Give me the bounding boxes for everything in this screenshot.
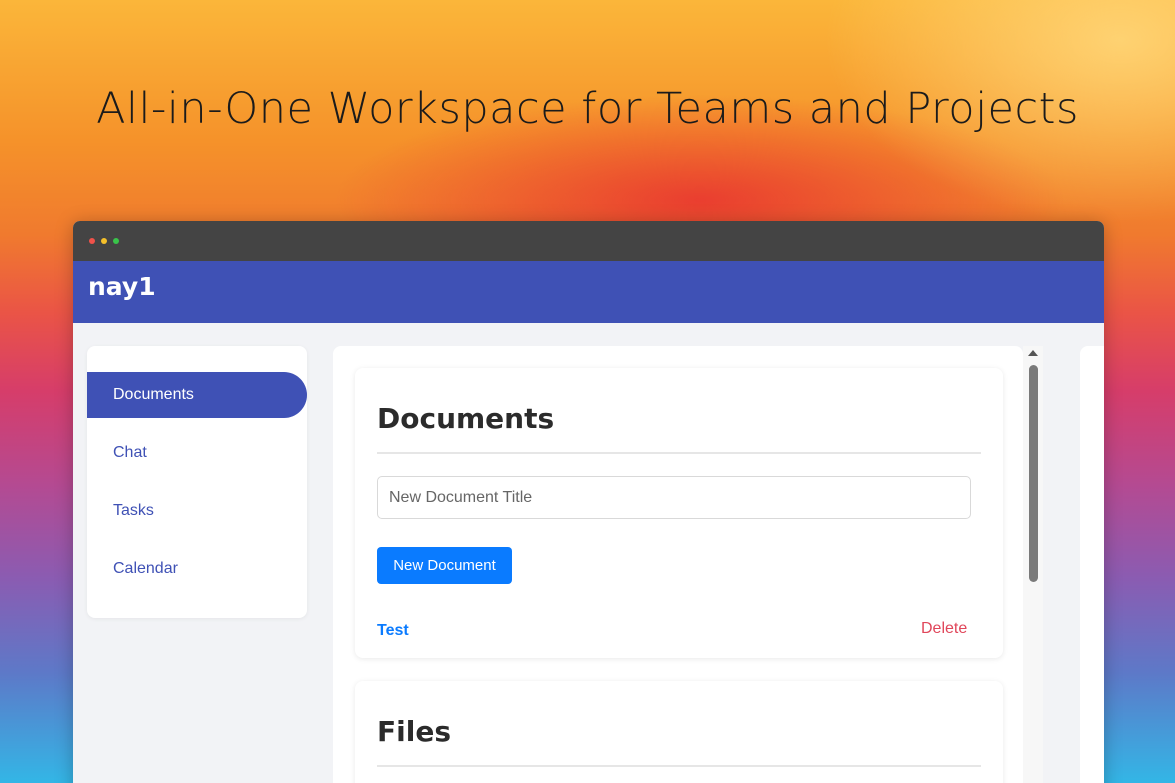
sidebar-item-documents[interactable]: Documents: [87, 372, 307, 418]
document-link[interactable]: Test: [377, 622, 409, 640]
documents-divider: [377, 452, 981, 454]
app-brand: nay1: [88, 272, 156, 301]
main-scrollbar[interactable]: [1023, 346, 1043, 783]
hero-title: All-in-One Workspace for Teams and Proje…: [96, 84, 1079, 134]
sidebar-item-chat[interactable]: Chat: [87, 430, 307, 476]
new-document-button[interactable]: New Document: [377, 547, 512, 584]
delete-document-button[interactable]: Delete: [921, 620, 967, 638]
maximize-window-dot-icon[interactable]: [113, 238, 119, 244]
files-card-title: Files: [377, 715, 451, 748]
new-document-title-input[interactable]: [377, 476, 971, 519]
sidebar-nav: Documents Chat Tasks Calendar: [87, 346, 307, 618]
sidebar-item-tasks[interactable]: Tasks: [87, 488, 307, 534]
minimize-window-dot-icon[interactable]: [101, 238, 107, 244]
right-side-panel: [1080, 346, 1104, 783]
sidebar-item-calendar[interactable]: Calendar: [87, 546, 307, 592]
scrollbar-thumb[interactable]: [1029, 365, 1038, 582]
documents-card: Documents New Document Test Delete: [355, 368, 1003, 658]
documents-card-title: Documents: [377, 402, 555, 435]
window-titlebar: [73, 221, 1104, 261]
files-card: Files: [355, 681, 1003, 783]
app-window: nay1 Documents Chat Tasks Calendar Docum…: [73, 221, 1104, 783]
files-divider: [377, 765, 981, 767]
scroll-up-arrow-icon[interactable]: [1028, 350, 1038, 356]
main-content: Documents New Document Test Delete Files: [333, 346, 1023, 783]
app-header: nay1: [73, 261, 1104, 323]
close-window-dot-icon[interactable]: [89, 238, 95, 244]
